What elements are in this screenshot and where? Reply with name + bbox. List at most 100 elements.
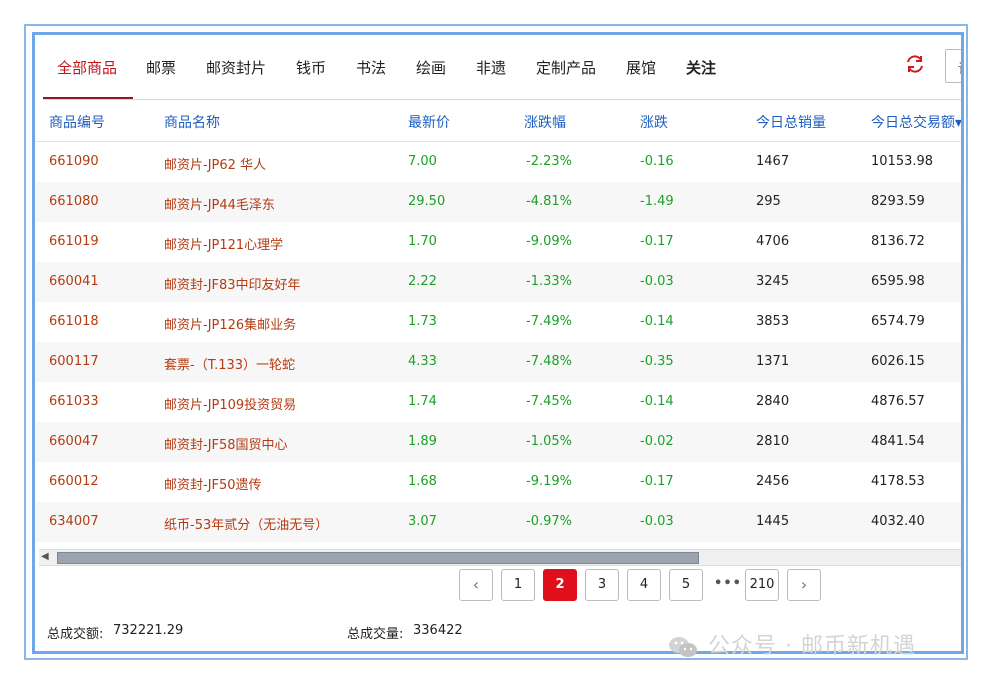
cell-volume: 1371 [756,354,790,369]
last-page-button[interactable]: 210 [745,569,779,601]
cell-name[interactable]: 邮资片-JP126集邮业务 [164,314,296,333]
cell-amount: 4841.54 [871,434,925,449]
table-row[interactable]: 661090 邮资片-JP62 华人 7.00 -2.23% -0.16 146… [35,142,961,182]
table-header: 商品编号 商品名称 最新价 涨跌幅 涨跌 今日总销量 今日总交易额▾ [35,99,961,142]
header-latest-price[interactable]: 最新价 [408,112,450,132]
horizontal-scrollbar[interactable]: ◀ [39,549,961,566]
cell-code: 634007 [49,514,99,529]
table-row[interactable]: 660041 邮资封-JF83中印友好年 2.22 -1.33% -0.03 3… [35,262,961,302]
tab-all-goods[interactable]: 全部商品 [57,57,117,78]
next-page-button[interactable]: › [787,569,821,601]
category-tabs: 全部商品 邮票 邮资封片 钱币 书法 绘画 非遗 定制产品 展馆 关注 请 [43,35,961,100]
header-change-percent[interactable]: 涨跌幅 [524,112,566,132]
cell-code: 660012 [49,474,99,489]
tab-following[interactable]: 关注 [686,57,716,78]
table-row[interactable]: 660012 邮资封-JF50遗传 1.68 -9.19% -0.17 2456… [35,462,961,502]
cell-change-percent: -1.33% [526,274,572,289]
cell-amount: 6574.79 [871,314,925,329]
cell-volume: 3245 [756,274,790,289]
cell-change: -0.03 [640,274,674,289]
cell-price: 1.89 [408,434,437,449]
cell-amount: 8293.59 [871,194,925,209]
cell-name[interactable]: 邮资片-JP62 华人 [164,154,266,173]
cell-name[interactable]: 邮资片-JP121心理学 [164,234,283,253]
cell-amount: 4032.40 [871,514,925,529]
table-row[interactable]: 661018 邮资片-JP126集邮业务 1.73 -7.49% -0.14 3… [35,302,961,342]
cell-volume: 1445 [756,514,790,529]
cell-amount: 4876.57 [871,394,925,409]
cell-code: 661080 [49,194,99,209]
cell-code: 661033 [49,394,99,409]
cell-change: -0.14 [640,394,674,409]
market-panel: 全部商品 邮票 邮资封片 钱币 书法 绘画 非遗 定制产品 展馆 关注 请 商品… [32,32,964,654]
header-code[interactable]: 商品编号 [49,112,105,132]
table-row[interactable]: 661080 邮资片-JP44毛泽东 29.50 -4.81% -1.49 29… [35,182,961,222]
tab-stamps[interactable]: 邮票 [146,57,176,78]
refresh-icon-graphic [907,55,923,73]
cell-change-percent: -7.49% [526,314,572,329]
table-row[interactable]: 600117 套票-（T.133）一轮蛇 4.33 -7.48% -0.35 1… [35,342,961,382]
cell-name[interactable]: 邮资封-JF83中印友好年 [164,274,301,293]
cell-amount: 10153.98 [871,154,934,169]
cell-price: 7.00 [408,154,437,169]
cell-volume: 1467 [756,154,790,169]
cell-volume: 2840 [756,394,790,409]
cell-price: 4.33 [408,354,437,369]
tab-custom-products[interactable]: 定制产品 [536,57,596,78]
cell-price: 1.73 [408,314,437,329]
watermark: 公众号 · 邮币新机遇 [668,628,916,664]
tab-calligraphy[interactable]: 书法 [356,57,386,78]
search-input[interactable]: 请 [945,49,961,83]
header-daily-amount[interactable]: 今日总交易额▾ [871,112,961,132]
cell-name[interactable]: 邮资片-JP44毛泽东 [164,194,275,213]
cell-change: -1.49 [640,194,674,209]
cell-change: -0.14 [640,314,674,329]
tab-coins[interactable]: 钱币 [296,57,326,78]
cell-code: 661018 [49,314,99,329]
page-1-button[interactable]: 1 [501,569,535,601]
cell-change-percent: -4.81% [526,194,572,209]
table-row[interactable]: 634007 纸币-53年贰分（无油无号） 3.07 -0.97% -0.03 … [35,502,961,542]
cell-change-percent: -7.48% [526,354,572,369]
cell-volume: 4706 [756,234,790,249]
header-change[interactable]: 涨跌 [640,112,668,132]
cell-volume: 3853 [756,314,790,329]
cell-change-percent: -7.45% [526,394,572,409]
tab-intangible-heritage[interactable]: 非遗 [476,57,506,78]
cell-name[interactable]: 邮资封-JF50遗传 [164,474,262,493]
header-name[interactable]: 商品名称 [164,112,220,132]
page-2-button[interactable]: 2 [543,569,577,601]
cell-change: -0.17 [640,234,674,249]
cell-name[interactable]: 邮资片-JP109投资贸易 [164,394,296,413]
table-row[interactable]: 660047 邮资封-JF58国贸中心 1.89 -1.05% -0.02 28… [35,422,961,462]
cell-price: 2.22 [408,274,437,289]
cell-change: -0.35 [640,354,674,369]
page-4-button[interactable]: 4 [627,569,661,601]
tab-exhibition-hall[interactable]: 展馆 [626,57,656,78]
cell-price: 3.07 [408,514,437,529]
cell-name[interactable]: 纸币-53年贰分（无油无号） [164,514,328,533]
table-row[interactable]: 661033 邮资片-JP109投资贸易 1.74 -7.45% -0.14 2… [35,382,961,422]
pagination-ellipsis: ••• [714,576,742,591]
table-row[interactable]: 661019 邮资片-JP121心理学 1.70 -9.09% -0.17 47… [35,222,961,262]
cell-code: 661019 [49,234,99,249]
cell-name[interactable]: 套票-（T.133）一轮蛇 [164,354,295,373]
cell-change-percent: -0.97% [526,514,572,529]
tab-painting[interactable]: 绘画 [416,57,446,78]
cell-name[interactable]: 邮资封-JF58国贸中心 [164,434,288,453]
cell-code: 660047 [49,434,99,449]
cell-change: -0.03 [640,514,674,529]
cell-amount: 6026.15 [871,354,925,369]
scrollbar-thumb[interactable] [57,552,699,564]
tab-postal-covers[interactable]: 邮资封片 [206,57,266,78]
cell-change: -0.17 [640,474,674,489]
cell-change-percent: -1.05% [526,434,572,449]
page-3-button[interactable]: 3 [585,569,619,601]
header-daily-volume[interactable]: 今日总销量 [756,112,826,132]
prev-page-button[interactable]: ‹ [459,569,493,601]
cell-price: 1.68 [408,474,437,489]
page-5-button[interactable]: 5 [669,569,703,601]
total-amount-label: 总成交额: [47,627,104,642]
refresh-icon[interactable] [903,53,927,77]
scroll-left-icon[interactable]: ◀ [41,551,49,562]
